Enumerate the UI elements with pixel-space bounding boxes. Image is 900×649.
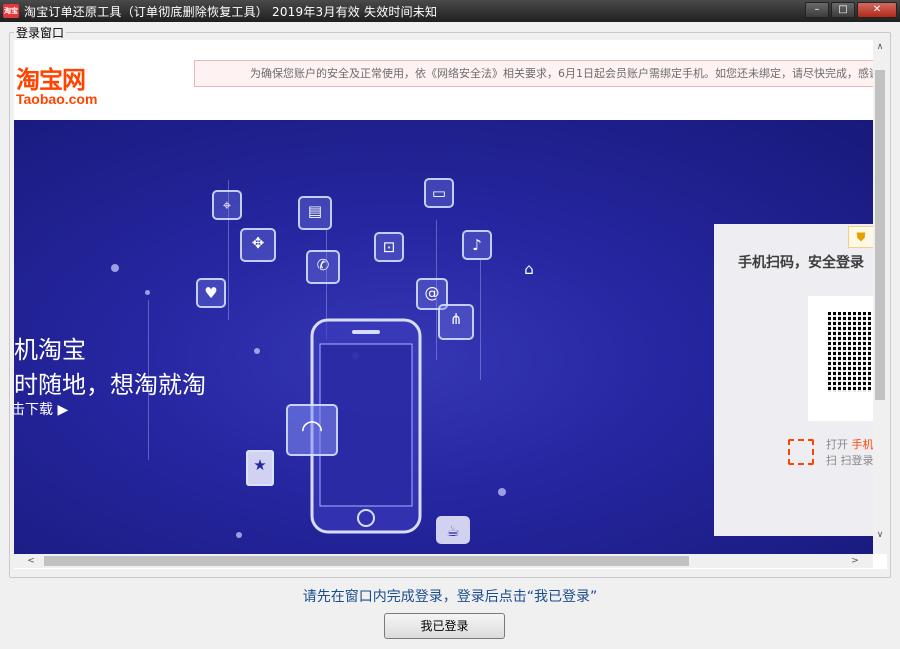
decor-dot xyxy=(254,348,260,354)
scroll-left-button[interactable]: < xyxy=(24,554,38,568)
logo-text-en: Taobao.com xyxy=(16,91,98,107)
heart-icon: ♥ xyxy=(196,278,226,308)
window-controls: – □ ✕ xyxy=(805,2,897,18)
download-link[interactable]: 击下载 ▶ xyxy=(14,399,68,419)
decor-line xyxy=(480,260,481,380)
maximize-button[interactable]: □ xyxy=(831,2,855,18)
shield-icon[interactable]: ⛊ xyxy=(848,226,873,248)
taobao-logo[interactable]: 淘宝网 Taobao.com xyxy=(16,60,97,107)
horizontal-scrollbar[interactable]: < > xyxy=(14,554,873,568)
scroll-right-button[interactable]: > xyxy=(848,554,862,568)
microphone-icon: ♪ xyxy=(462,230,492,260)
scan-text-prefix: 打开 xyxy=(826,438,852,451)
shopping-bag-icon: ★ xyxy=(246,450,274,486)
vertical-scroll-thumb[interactable] xyxy=(875,70,885,400)
phone-icon: ✆ xyxy=(306,250,340,284)
briefcase-icon: ▤ xyxy=(298,196,332,230)
scan-instruction: 打开 手机 xyxy=(826,436,873,452)
scan-instruction-2: 扫 扫登录 xyxy=(826,454,873,467)
qr-login-title: 手机扫码，安全登录 xyxy=(738,255,864,271)
decor-dot xyxy=(111,264,119,272)
decor-dot xyxy=(145,290,150,295)
coffee-cup-icon: ☕ xyxy=(436,516,470,544)
gamepad-icon: ✥ xyxy=(240,228,276,262)
decor-dot xyxy=(236,532,242,538)
mobile-taobao-link[interactable]: 手机 xyxy=(852,438,874,451)
qr-code-box xyxy=(808,296,873,421)
qr-login-panel: ⛊ 手机扫码，安全登录 打开 手机 扫 扫登录 xyxy=(714,224,873,536)
scroll-up-button[interactable]: ∧ xyxy=(873,40,887,54)
title-bar: 淘宝 淘宝订单还原工具（订单彻底删除恢复工具） 2019年3月有效 失效时间未知… xyxy=(0,0,900,22)
hero-banner: ⌖ ▤ ▭ ✥ ⊡ ♪ ⌂ ✆ @ ♥ ⋔ ◠ ★ ☕ 机淘宝 时随地，想淘就淘… xyxy=(14,120,873,554)
lock-icon: ⊡ xyxy=(374,232,404,262)
hero-title: 机淘宝 xyxy=(14,336,86,364)
scroll-down-button[interactable]: ∨ xyxy=(873,528,887,542)
wifi-icon: ◠ xyxy=(286,404,338,456)
close-button[interactable]: ✕ xyxy=(857,2,897,18)
browser-view[interactable]: 淘宝网 Taobao.com 为确保您账户的安全及正常使用，依《网络安全法》相关… xyxy=(14,40,887,569)
logo-text-cn: 淘宝网 xyxy=(16,66,86,94)
qr-code xyxy=(828,312,873,392)
decor-dot xyxy=(498,488,506,496)
horizontal-scroll-thumb[interactable] xyxy=(44,556,689,566)
logged-in-button[interactable]: 我已登录 xyxy=(384,613,505,639)
vertical-scrollbar[interactable]: ∧ ∨ xyxy=(873,40,887,554)
login-instruction: 请先在窗口内完成登录，登录后点击“我已登录” xyxy=(302,589,598,605)
security-notice: 为确保您账户的安全及正常使用，依《网络安全法》相关要求，6月1日起会员账户需绑定… xyxy=(194,60,884,87)
group-legend: 登录窗口 xyxy=(14,24,67,41)
hero-subtitle: 时随地，想淘就淘 xyxy=(14,371,206,399)
app-icon: 淘宝 xyxy=(3,4,19,18)
window-title: 淘宝订单还原工具（订单彻底删除恢复工具） 2019年3月有效 失效时间未知 xyxy=(24,4,438,19)
tv-icon: ▭ xyxy=(424,178,454,208)
minimize-button[interactable]: – xyxy=(805,2,829,18)
scan-icon xyxy=(788,439,814,465)
page-header: 淘宝网 Taobao.com 为确保您账户的安全及正常使用，依《网络安全法》相关… xyxy=(14,40,884,120)
map-pin-icon: ⌖ xyxy=(212,190,242,220)
hanger-icon: ⌂ xyxy=(524,260,534,278)
